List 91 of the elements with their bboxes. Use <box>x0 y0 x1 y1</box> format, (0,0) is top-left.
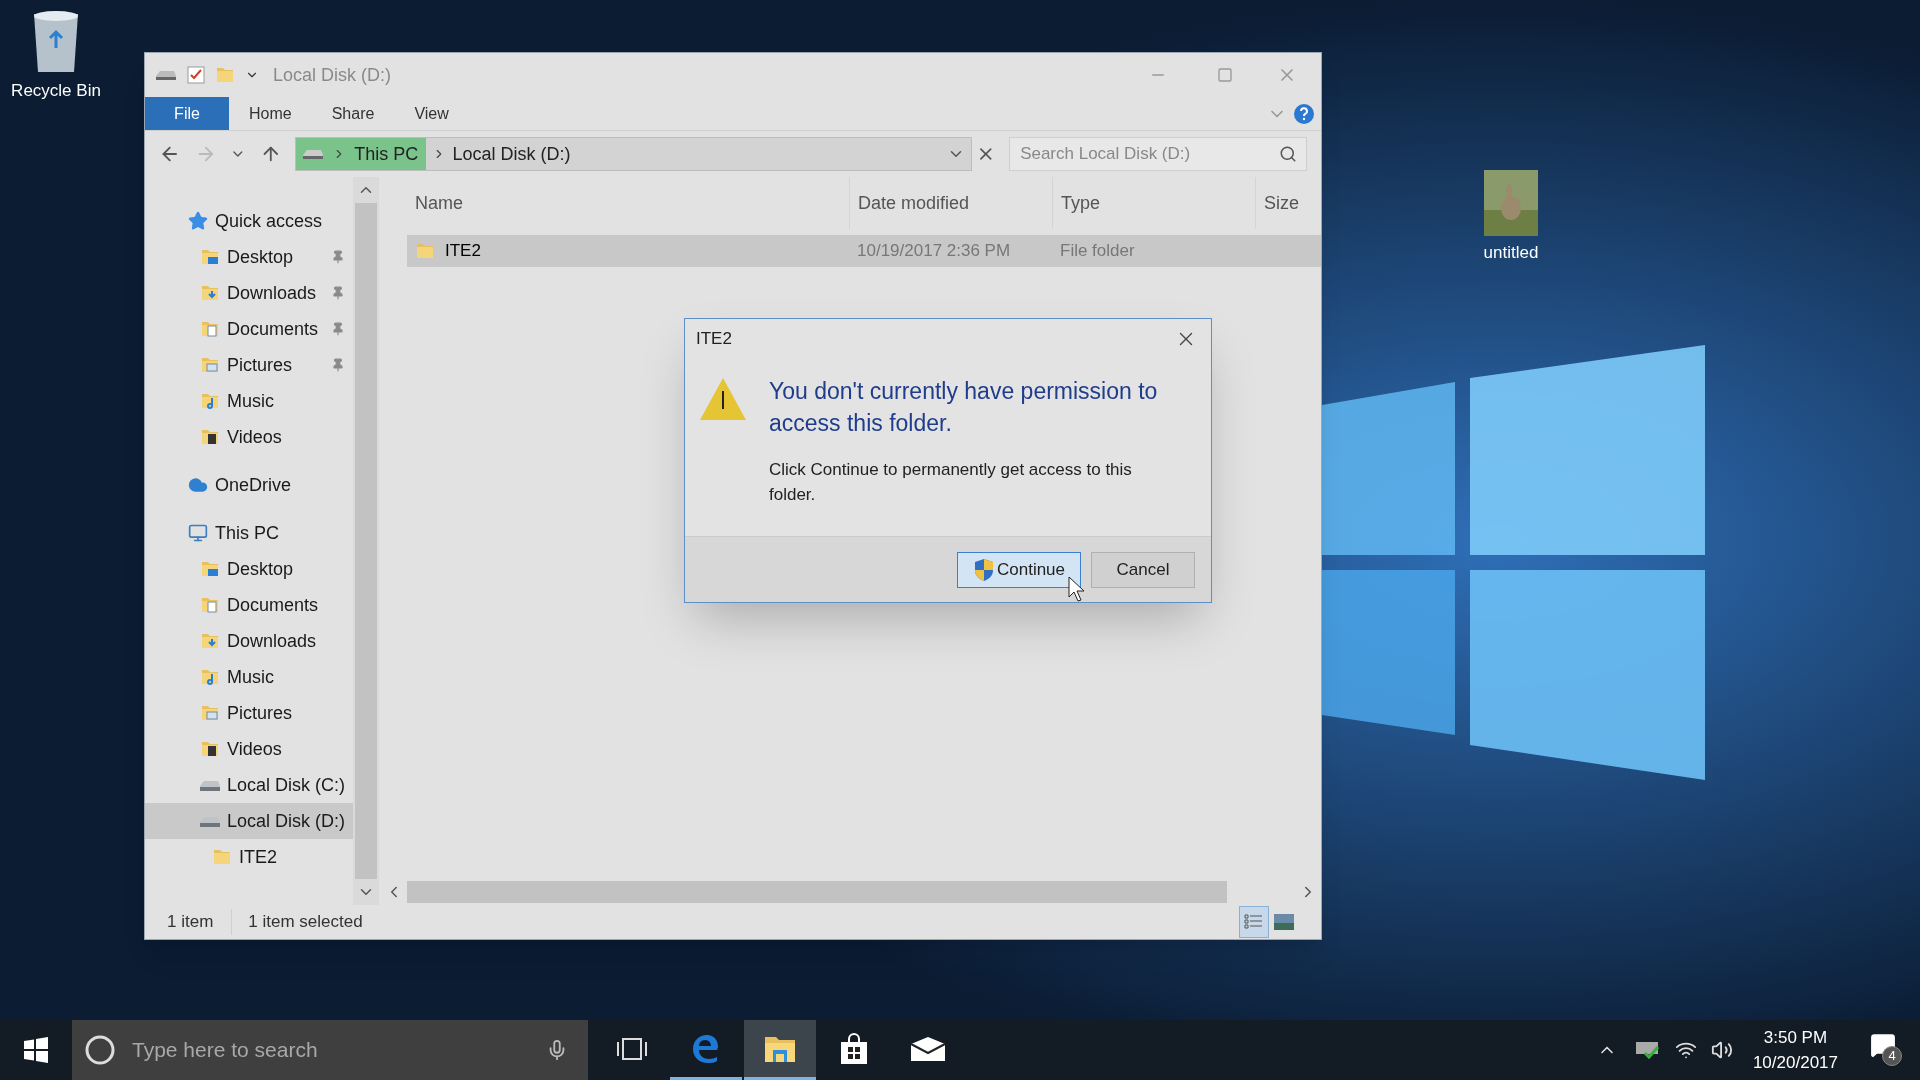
nav-item[interactable]: This PC <box>145 515 353 551</box>
column-header[interactable]: Date modified <box>849 177 1052 229</box>
nav-item[interactable]: Desktop <box>145 551 353 587</box>
address-bar[interactable]: This PC Local Disk (D:) <box>295 137 972 171</box>
mouse-pointer-icon <box>1068 576 1086 602</box>
nav-item[interactable]: Downloads <box>145 275 353 311</box>
nav-item[interactable]: Local Disk (C:) <box>145 767 353 803</box>
folder-icon <box>415 241 435 261</box>
nav-item[interactable]: Music <box>145 659 353 695</box>
dialog-message: Click Continue to permanently get access to this folder. <box>769 459 1133 506</box>
nav-item[interactable]: Documents <box>145 587 353 623</box>
nav-item[interactable]: Videos <box>145 731 353 767</box>
thumbnail-icon <box>1274 914 1294 930</box>
computer-icon <box>188 523 208 543</box>
taskbar-search-field[interactable]: Type here to search <box>72 1020 588 1080</box>
notification-count: 4 <box>1882 1046 1902 1066</box>
nav-item[interactable]: Music <box>145 383 353 419</box>
item-count: 1 item <box>167 909 233 935</box>
folder-icon <box>200 319 220 339</box>
folder-icon <box>200 283 220 303</box>
time: 3:50 PM <box>1763 1027 1828 1049</box>
folder-icon <box>200 559 220 579</box>
drive-icon <box>302 148 325 160</box>
folder-icon <box>200 595 220 615</box>
cortana-icon <box>84 1034 116 1066</box>
warning-icon <box>699 377 747 421</box>
scrollbar[interactable] <box>353 177 379 905</box>
desktop-icon-label[interactable]: untitled <box>1483 240 1539 266</box>
pin-icon[interactable] <box>331 358 345 372</box>
star-icon <box>188 211 208 231</box>
ribbon-tab[interactable]: Share <box>311 97 395 130</box>
windows-icon <box>23 1037 49 1063</box>
folder-icon <box>212 847 232 867</box>
ribbon-tab[interactable]: Home <box>229 97 312 130</box>
properties-icon[interactable] <box>187 66 205 84</box>
folder-icon <box>200 667 220 687</box>
pin-icon[interactable] <box>331 286 345 300</box>
nav-item[interactable]: Local Disk (D:) <box>145 803 353 839</box>
nav-item[interactable]: Desktop <box>145 239 353 275</box>
help-icon[interactable] <box>1293 102 1315 125</box>
column-header[interactable]: Name <box>407 177 849 229</box>
pin-icon[interactable] <box>331 250 345 264</box>
desktop-icon-label[interactable]: Recycle Bin <box>11 78 101 104</box>
pin-icon[interactable] <box>331 322 345 336</box>
network-check-icon[interactable] <box>1634 1039 1661 1061</box>
column-header[interactable]: Size <box>1255 177 1321 229</box>
cloud-icon <box>188 475 208 495</box>
folder-icon <box>200 427 220 447</box>
nav-item[interactable]: Documents <box>145 311 353 347</box>
new-folder-icon <box>215 65 235 85</box>
ribbon-tab[interactable]: View <box>394 97 469 130</box>
date: 10/20/2017 <box>1752 1052 1838 1074</box>
folder-icon <box>200 355 220 375</box>
file-name: ITE2 <box>445 240 481 263</box>
nav-item[interactable]: Pictures <box>145 347 353 383</box>
volume-icon[interactable] <box>1710 1039 1733 1061</box>
list-icon <box>1244 913 1264 931</box>
breadcrumb[interactable]: Local Disk (D:) <box>452 140 571 168</box>
continue-button[interactable]: Continue <box>957 551 1081 588</box>
folder-icon <box>200 631 220 651</box>
type-cell-text: File folder <box>1059 240 1136 263</box>
file-row[interactable]: ITE2 10/19/2017 2:36 PM File folder <box>407 235 1321 267</box>
task-view-icon <box>617 1037 647 1060</box>
selection-count: 1 item selected <box>247 911 364 934</box>
clock[interactable]: 3:50 PM 10/20/2017 <box>1752 1025 1838 1075</box>
folder-icon <box>200 703 220 723</box>
search-field[interactable]: Search Local Disk (D:) <box>1009 137 1307 171</box>
dialog-title: ITE2 <box>696 328 733 351</box>
shield-icon <box>972 557 995 582</box>
nav-item[interactable]: Downloads <box>145 623 353 659</box>
shopping-bag-icon <box>839 1032 869 1065</box>
window-title: Local Disk (D:) <box>273 63 393 87</box>
nav-item[interactable]: Videos <box>145 419 353 455</box>
search-icon[interactable] <box>1279 145 1297 163</box>
taskbar-app[interactable] <box>744 1020 816 1080</box>
folder-icon <box>200 247 220 267</box>
nav-item[interactable]: Pictures <box>145 695 353 731</box>
dialog-heading: You don't currently have permission to access this folder. <box>769 377 1159 438</box>
ribbon-tab[interactable]: File <box>145 97 229 130</box>
column-header[interactable]: Type <box>1052 177 1255 229</box>
drive-icon <box>199 778 221 792</box>
mail-icon <box>910 1035 946 1062</box>
nav-item[interactable]: OneDrive <box>145 467 353 503</box>
nav-item[interactable]: ITE2 <box>145 839 353 875</box>
drive-icon <box>199 814 221 828</box>
folder-icon <box>200 391 220 411</box>
drive-icon <box>155 69 177 81</box>
folder-icon <box>200 739 220 759</box>
date-cell-text: 10/19/2017 2:36 PM <box>856 240 1012 263</box>
cancel-button[interactable]: Cancel <box>1091 551 1195 588</box>
nav-item[interactable]: Quick access <box>145 203 353 239</box>
